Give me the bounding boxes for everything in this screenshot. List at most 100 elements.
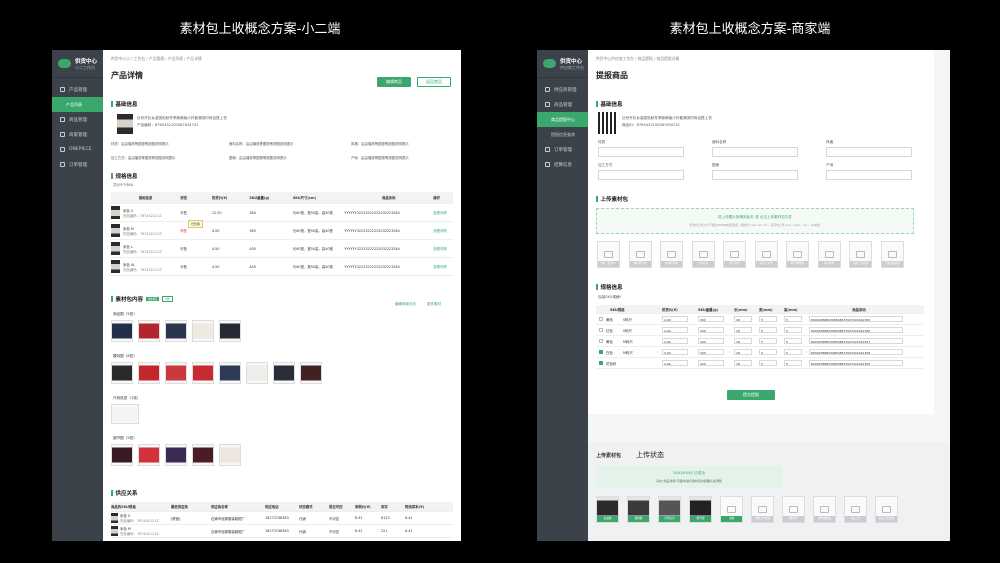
weight-input[interactable]: 300 [698, 327, 724, 333]
fabric-input[interactable] [712, 147, 798, 157]
barcode-input[interactable]: 8000038880398548637023324412309 [809, 360, 903, 366]
w-input[interactable]: 5 [759, 349, 777, 355]
upload-tile[interactable]: 细节信息 [723, 241, 746, 268]
origin-input[interactable] [826, 170, 912, 180]
upload-tile[interactable]: 细节图视频 [786, 241, 809, 268]
upload-tile[interactable]: 主图（最多5） [597, 241, 620, 268]
view-detail-link[interactable]: 查看详情 [433, 246, 453, 251]
nav-order-manage[interactable]: 订单管理 [52, 157, 103, 172]
process-input[interactable] [598, 170, 684, 180]
material-image[interactable] [138, 362, 160, 384]
h-input[interactable]: 5 [784, 360, 802, 366]
status-tile[interactable]: 主图上传视频 [751, 496, 774, 523]
status-tile[interactable]: 商品图 [596, 496, 619, 523]
status-tile[interactable]: 细节图 [689, 496, 712, 523]
upload-tile[interactable]: 尺码信息 [691, 241, 715, 268]
w-input[interactable]: 5 [759, 327, 777, 333]
upload-tile[interactable]: 面料细节图 [628, 241, 652, 268]
nav-merchant-manage[interactable]: 商家管理 [52, 127, 103, 142]
status-tile[interactable]: 尺码信息 [658, 496, 681, 523]
upload-tile[interactable]: 商品上架图 [754, 241, 778, 268]
status-tab-upload[interactable]: 上传素材包 [596, 452, 621, 459]
status-tile[interactable]: 主图 [720, 496, 743, 523]
l-input[interactable]: 18 [734, 360, 752, 366]
h-input[interactable]: 5 [784, 316, 802, 322]
material-image[interactable] [165, 320, 187, 342]
material-image[interactable] [111, 444, 133, 466]
material-image[interactable] [111, 362, 133, 384]
material-image[interactable] [273, 362, 295, 384]
status-tile[interactable]: 模特图视频 [813, 496, 836, 523]
nav-submit-center[interactable]: 商品提报中心 [537, 112, 588, 127]
nav-goods-manage[interactable]: 商品管理 [537, 97, 588, 112]
barcode-input[interactable]: 8000038880398548637023324412307 [809, 338, 903, 344]
l-input[interactable]: 18 [734, 327, 752, 333]
view-detail-link[interactable]: 查看详情 [433, 228, 453, 233]
nav-product-manage[interactable]: 产品管理 [52, 82, 103, 97]
nav-supplier-manage[interactable]: 供应商管理 [537, 82, 588, 97]
price-input[interactable]: 4.90 [662, 338, 688, 344]
view-detail-link[interactable]: 查看详情 [433, 210, 453, 215]
material-image[interactable] [165, 362, 187, 384]
nav-goods-manage[interactable]: 商品管理 [52, 112, 103, 127]
row-checkbox[interactable] [599, 339, 603, 343]
barcode-input[interactable]: 8000038880398548637023324412308 [809, 349, 903, 355]
h-input[interactable]: 5 [784, 349, 802, 355]
material-input[interactable] [598, 147, 684, 157]
barcode-input[interactable]: 8000038880398548637023324412306 [809, 327, 903, 333]
back-button[interactable]: 返回商品 [417, 77, 451, 87]
row-checkbox[interactable] [599, 328, 603, 332]
upload-tile[interactable]: 全量商品视频 [880, 241, 904, 268]
edit-product-button[interactable]: 编辑商品 [377, 77, 411, 87]
nav-settlement[interactable]: 结算信息 [537, 157, 588, 172]
material-image[interactable] [192, 362, 214, 384]
weight-input[interactable]: 300 [698, 338, 724, 344]
status-tile[interactable]: 商品上架视频 [875, 496, 898, 523]
status-tile[interactable]: 面料细节 [782, 496, 805, 523]
price-input[interactable]: 4.90 [662, 316, 688, 322]
style-input[interactable] [826, 147, 912, 157]
row-checkbox[interactable] [599, 361, 603, 365]
upload-tile[interactable]: 模特场景图 [660, 241, 683, 268]
w-input[interactable]: 5 [759, 338, 777, 344]
upload-dropzone[interactable]: 将上传图片拖拽到此处 或 点击上传素材包文件 仅支持上传大小不超过500MB的压… [596, 208, 914, 234]
row-checkbox[interactable] [599, 350, 603, 354]
h-input[interactable]: 5 [784, 338, 802, 344]
weight-input[interactable]: 300 [698, 349, 724, 355]
edit-supplement-link[interactable]: 编辑商家补充 [395, 302, 416, 307]
barcode-input[interactable]: 8000038880398548637023324412305 [809, 316, 903, 322]
l-input[interactable]: 18 [734, 349, 752, 355]
h-input[interactable]: 5 [784, 327, 802, 333]
l-input[interactable]: 18 [734, 338, 752, 344]
material-image[interactable] [192, 444, 214, 466]
material-image[interactable] [300, 362, 322, 384]
material-image[interactable] [246, 362, 268, 384]
upload-tile[interactable]: 商品上架视频 [849, 241, 872, 268]
weight-input[interactable]: 300 [698, 316, 724, 322]
weight-input[interactable]: 300 [698, 360, 724, 366]
w-input[interactable]: 5 [759, 360, 777, 366]
nav-submit-query[interactable]: 提报信息查询 [537, 127, 588, 142]
pattern-input[interactable] [712, 170, 798, 180]
status-tile[interactable]: 商品上架 [844, 496, 867, 523]
view-detail-link[interactable]: 查看详情 [433, 264, 453, 269]
status-tab-state[interactable]: 上传状态 [636, 450, 664, 460]
submit-button[interactable]: 提交提报 [727, 390, 775, 400]
nav-onepiece[interactable]: ONEPIECE [52, 142, 103, 157]
l-input[interactable]: 18 [734, 316, 752, 322]
row-checkbox[interactable] [599, 317, 603, 321]
nav-order-manage[interactable]: 订单管理 [537, 142, 588, 157]
material-image[interactable] [192, 320, 214, 342]
price-input[interactable]: 4.90 [662, 349, 688, 355]
status-tile[interactable]: 模特图 [627, 496, 650, 523]
material-image[interactable] [138, 320, 160, 342]
price-input[interactable]: 4.90 [662, 360, 688, 366]
nav-product-list[interactable]: 产品列表 [52, 97, 103, 112]
upload-tile[interactable]: 素材视频 [817, 241, 841, 268]
material-image[interactable] [111, 320, 133, 342]
material-image[interactable] [111, 404, 139, 424]
material-image[interactable] [219, 362, 241, 384]
w-input[interactable]: 5 [759, 316, 777, 322]
material-image[interactable] [138, 444, 160, 466]
material-image[interactable] [165, 444, 187, 466]
